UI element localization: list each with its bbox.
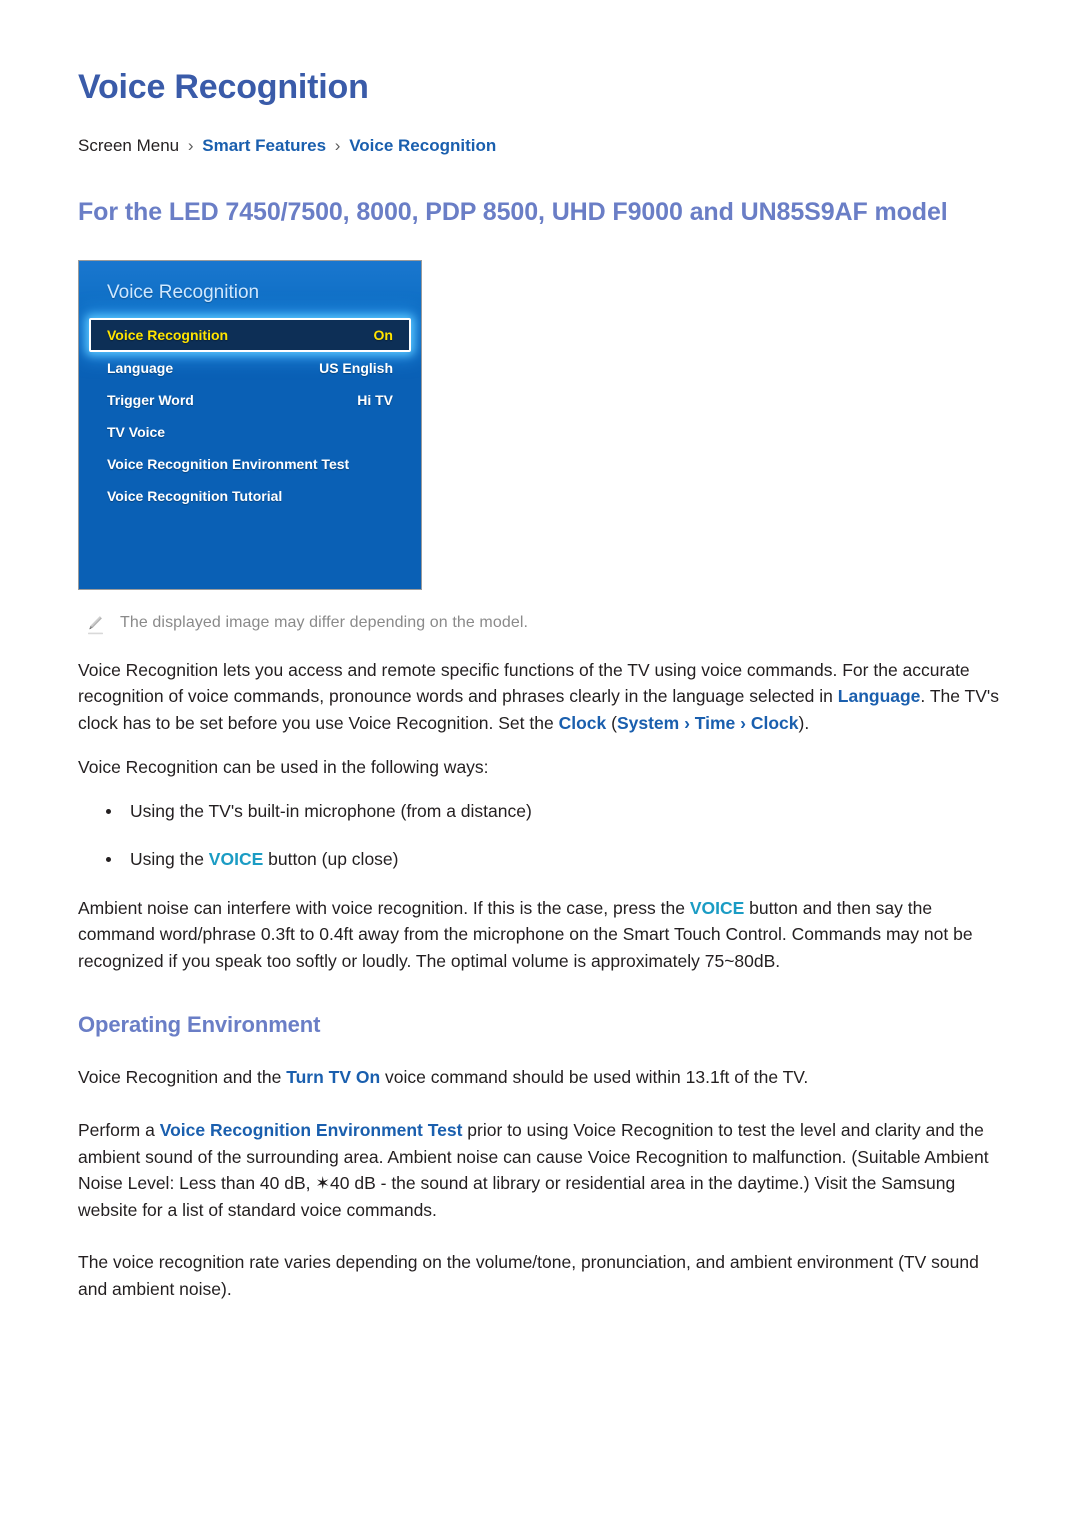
usage-lead-in: Voice Recognition can be used in the fol… [78,756,489,777]
list-item: Using the VOICE button (up close) [78,846,1008,872]
intro-text-part3: ( [606,712,617,733]
breadcrumb: Screen Menu › Smart Features › Voice Rec… [78,135,1008,157]
usage-bullet-list: Using the TV's built-in microphone (from… [78,798,1008,873]
operating-environment-paragraph-1: Voice Recognition and the Turn TV On voi… [78,1064,1008,1091]
document-page: Voice Recognition Screen Menu › Smart Fe… [0,0,1080,1527]
oe-p1-post: voice command should be used within 13.1… [380,1067,809,1088]
tv-menu-row-value: Hi TV [357,391,393,408]
tv-menu-row-trigger-word[interactable]: Trigger Word Hi TV [89,384,411,416]
bullet-text-2-pre: Using the [130,849,209,870]
bullet-text-2-post: button (up close) [263,849,399,870]
note-row: The displayed image may differ depending… [78,612,1008,635]
link-time[interactable]: Time [695,713,736,733]
tv-menu-row-environment-test[interactable]: Voice Recognition Environment Test [89,448,411,480]
intro-text-part4: ). [798,712,810,733]
tv-menu-row-language[interactable]: Language US English [89,352,411,384]
tv-menu-row-label: Voice Recognition Environment Test [107,455,350,472]
link-voice-recognition-environment-test[interactable]: Voice Recognition Environment Test [160,1120,463,1140]
ambient-noise-paragraph: Ambient noise can interfere with voice r… [78,895,1008,975]
page-title: Voice Recognition [78,68,369,106]
link-clock[interactable]: Clock [559,713,607,733]
tv-menu-screenshot: Voice Recognition Voice Recognition On L… [78,259,422,590]
breadcrumb-root: Screen Menu [78,136,180,156]
tv-menu-row-label: Voice Recognition Tutorial [107,487,283,504]
tv-menu-row-label: Trigger Word [107,391,194,408]
intro-paragraph: Voice Recognition lets you access and re… [78,657,1008,737]
breadcrumb-separator-1: › [187,136,194,156]
tv-menu-row-tv-voice[interactable]: TV Voice [89,416,411,448]
tv-menu-row-voice-recognition[interactable]: Voice Recognition On [89,317,411,352]
intro-text-part1: Voice Recognition lets you access and re… [78,659,970,707]
breadcrumb-link-voice-recognition[interactable]: Voice Recognition [349,136,496,155]
operating-environment-paragraph-3: The voice recognition rate varies depend… [78,1252,979,1299]
link-voice-button[interactable]: VOICE [209,849,263,869]
link-voice-button-2[interactable]: VOICE [690,898,744,918]
note-text: The displayed image may differ depending… [120,613,529,631]
operating-environment-paragraph-2: Perform a Voice Recognition Environment … [78,1117,1008,1223]
tv-menu-row-tutorial[interactable]: Voice Recognition Tutorial [89,480,411,512]
tv-menu-row-label: Voice Recognition [107,326,229,343]
path-separator-2: › [735,712,751,733]
link-clock-2[interactable]: Clock [751,713,799,733]
ambient-text-part1: Ambient noise can interfere with voice r… [78,897,690,918]
pencil-icon [86,613,106,635]
tv-menu-row-label: Language [107,359,174,376]
breadcrumb-link-smart-features[interactable]: Smart Features [202,136,326,155]
link-system[interactable]: System [617,713,679,733]
oe-p2-pre: Perform a [78,1119,160,1140]
link-turn-tv-on[interactable]: Turn TV On [286,1067,380,1087]
tv-menu-row-value: US English [319,359,393,376]
tv-menu-row-label: TV Voice [107,423,166,440]
list-item: Using the TV's built-in microphone (from… [78,798,1008,824]
tv-menu-row-value: On [373,326,393,343]
bullet-text-1: Using the TV's built-in microphone (from… [130,801,532,822]
breadcrumb-separator-2: › [334,136,341,156]
oe-p1-pre: Voice Recognition and the [78,1067,287,1088]
section-heading-operating-environment: Operating Environment [78,1012,321,1038]
path-separator-1: › [679,712,695,733]
tv-menu-title: Voice Recognition [107,281,260,303]
link-language[interactable]: Language [838,686,921,706]
model-heading: For the LED 7450/7500, 8000, PDP 8500, U… [78,198,948,227]
tv-menu-row-list: Voice Recognition On Language US English… [79,317,421,512]
